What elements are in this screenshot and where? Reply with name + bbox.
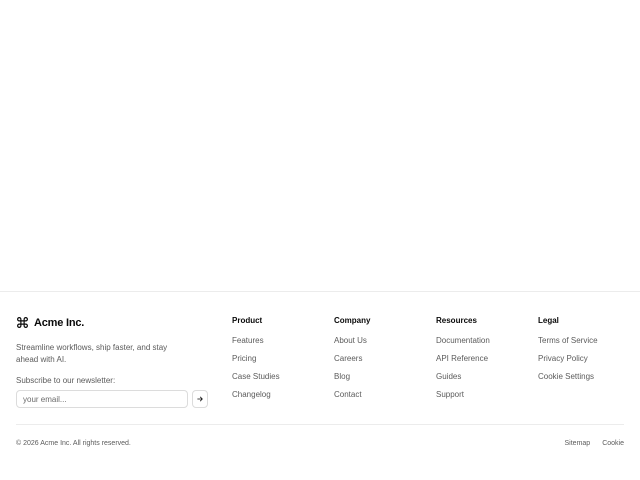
command-icon	[17, 317, 28, 328]
footer-column-resources: Resources Documentation API Reference Gu…	[436, 316, 490, 408]
footer-link-changelog[interactable]: Changelog	[232, 390, 280, 408]
footer-link-guides[interactable]: Guides	[436, 372, 490, 390]
footer-bottom-links: Sitemap Cookie	[553, 440, 624, 447]
footer-column-product: Product Features Pricing Case Studies Ch…	[232, 316, 280, 408]
footer-column-legal: Legal Terms of Service Privacy Policy Co…	[538, 316, 598, 390]
footer-link-cookie[interactable]: Cookie	[602, 440, 624, 447]
footer-link-contact[interactable]: Contact	[334, 390, 370, 408]
column-title-legal: Legal	[538, 316, 559, 325]
site-footer: Acme Inc. Streamline workflows, ship fas…	[0, 291, 640, 480]
footer-link-features[interactable]: Features	[232, 336, 280, 354]
footer-column-company: Company About Us Careers Blog Contact	[334, 316, 370, 408]
column-title-company: Company	[334, 316, 371, 325]
footer-link-careers[interactable]: Careers	[334, 354, 370, 372]
footer-brand[interactable]: Acme Inc.	[16, 316, 84, 329]
footer-divider	[16, 424, 624, 425]
arrow-right-icon	[197, 396, 203, 402]
column-title-product: Product	[232, 316, 263, 325]
footer-link-case-studies[interactable]: Case Studies	[232, 372, 280, 390]
footer-link-support[interactable]: Support	[436, 390, 490, 408]
footer-link-privacy-policy[interactable]: Privacy Policy	[538, 354, 598, 372]
footer-link-about-us[interactable]: About Us	[334, 336, 370, 354]
brand-name: Acme Inc.	[34, 316, 85, 329]
page: Acme Inc. Streamline workflows, ship fas…	[0, 0, 640, 480]
footer-link-pricing[interactable]: Pricing	[232, 354, 280, 372]
newsletter-label: Subscribe to our newsletter:	[16, 376, 116, 385]
column-title-resources: Resources	[436, 316, 477, 325]
footer-link-documentation[interactable]: Documentation	[436, 336, 490, 354]
copyright-text: © 2026 Acme Inc. All rights reserved.	[16, 440, 131, 447]
footer-link-cookie-settings[interactable]: Cookie Settings	[538, 372, 598, 390]
newsletter-submit-button[interactable]	[192, 390, 208, 408]
main-content-area	[0, 0, 640, 291]
footer-link-terms-of-service[interactable]: Terms of Service	[538, 336, 598, 354]
newsletter-email-input[interactable]	[16, 390, 188, 408]
footer-link-sitemap[interactable]: Sitemap	[565, 440, 591, 447]
footer-link-blog[interactable]: Blog	[334, 372, 370, 390]
footer-link-api-reference[interactable]: API Reference	[436, 354, 490, 372]
brand-tagline: Streamline workflows, ship faster, and s…	[16, 343, 168, 364]
